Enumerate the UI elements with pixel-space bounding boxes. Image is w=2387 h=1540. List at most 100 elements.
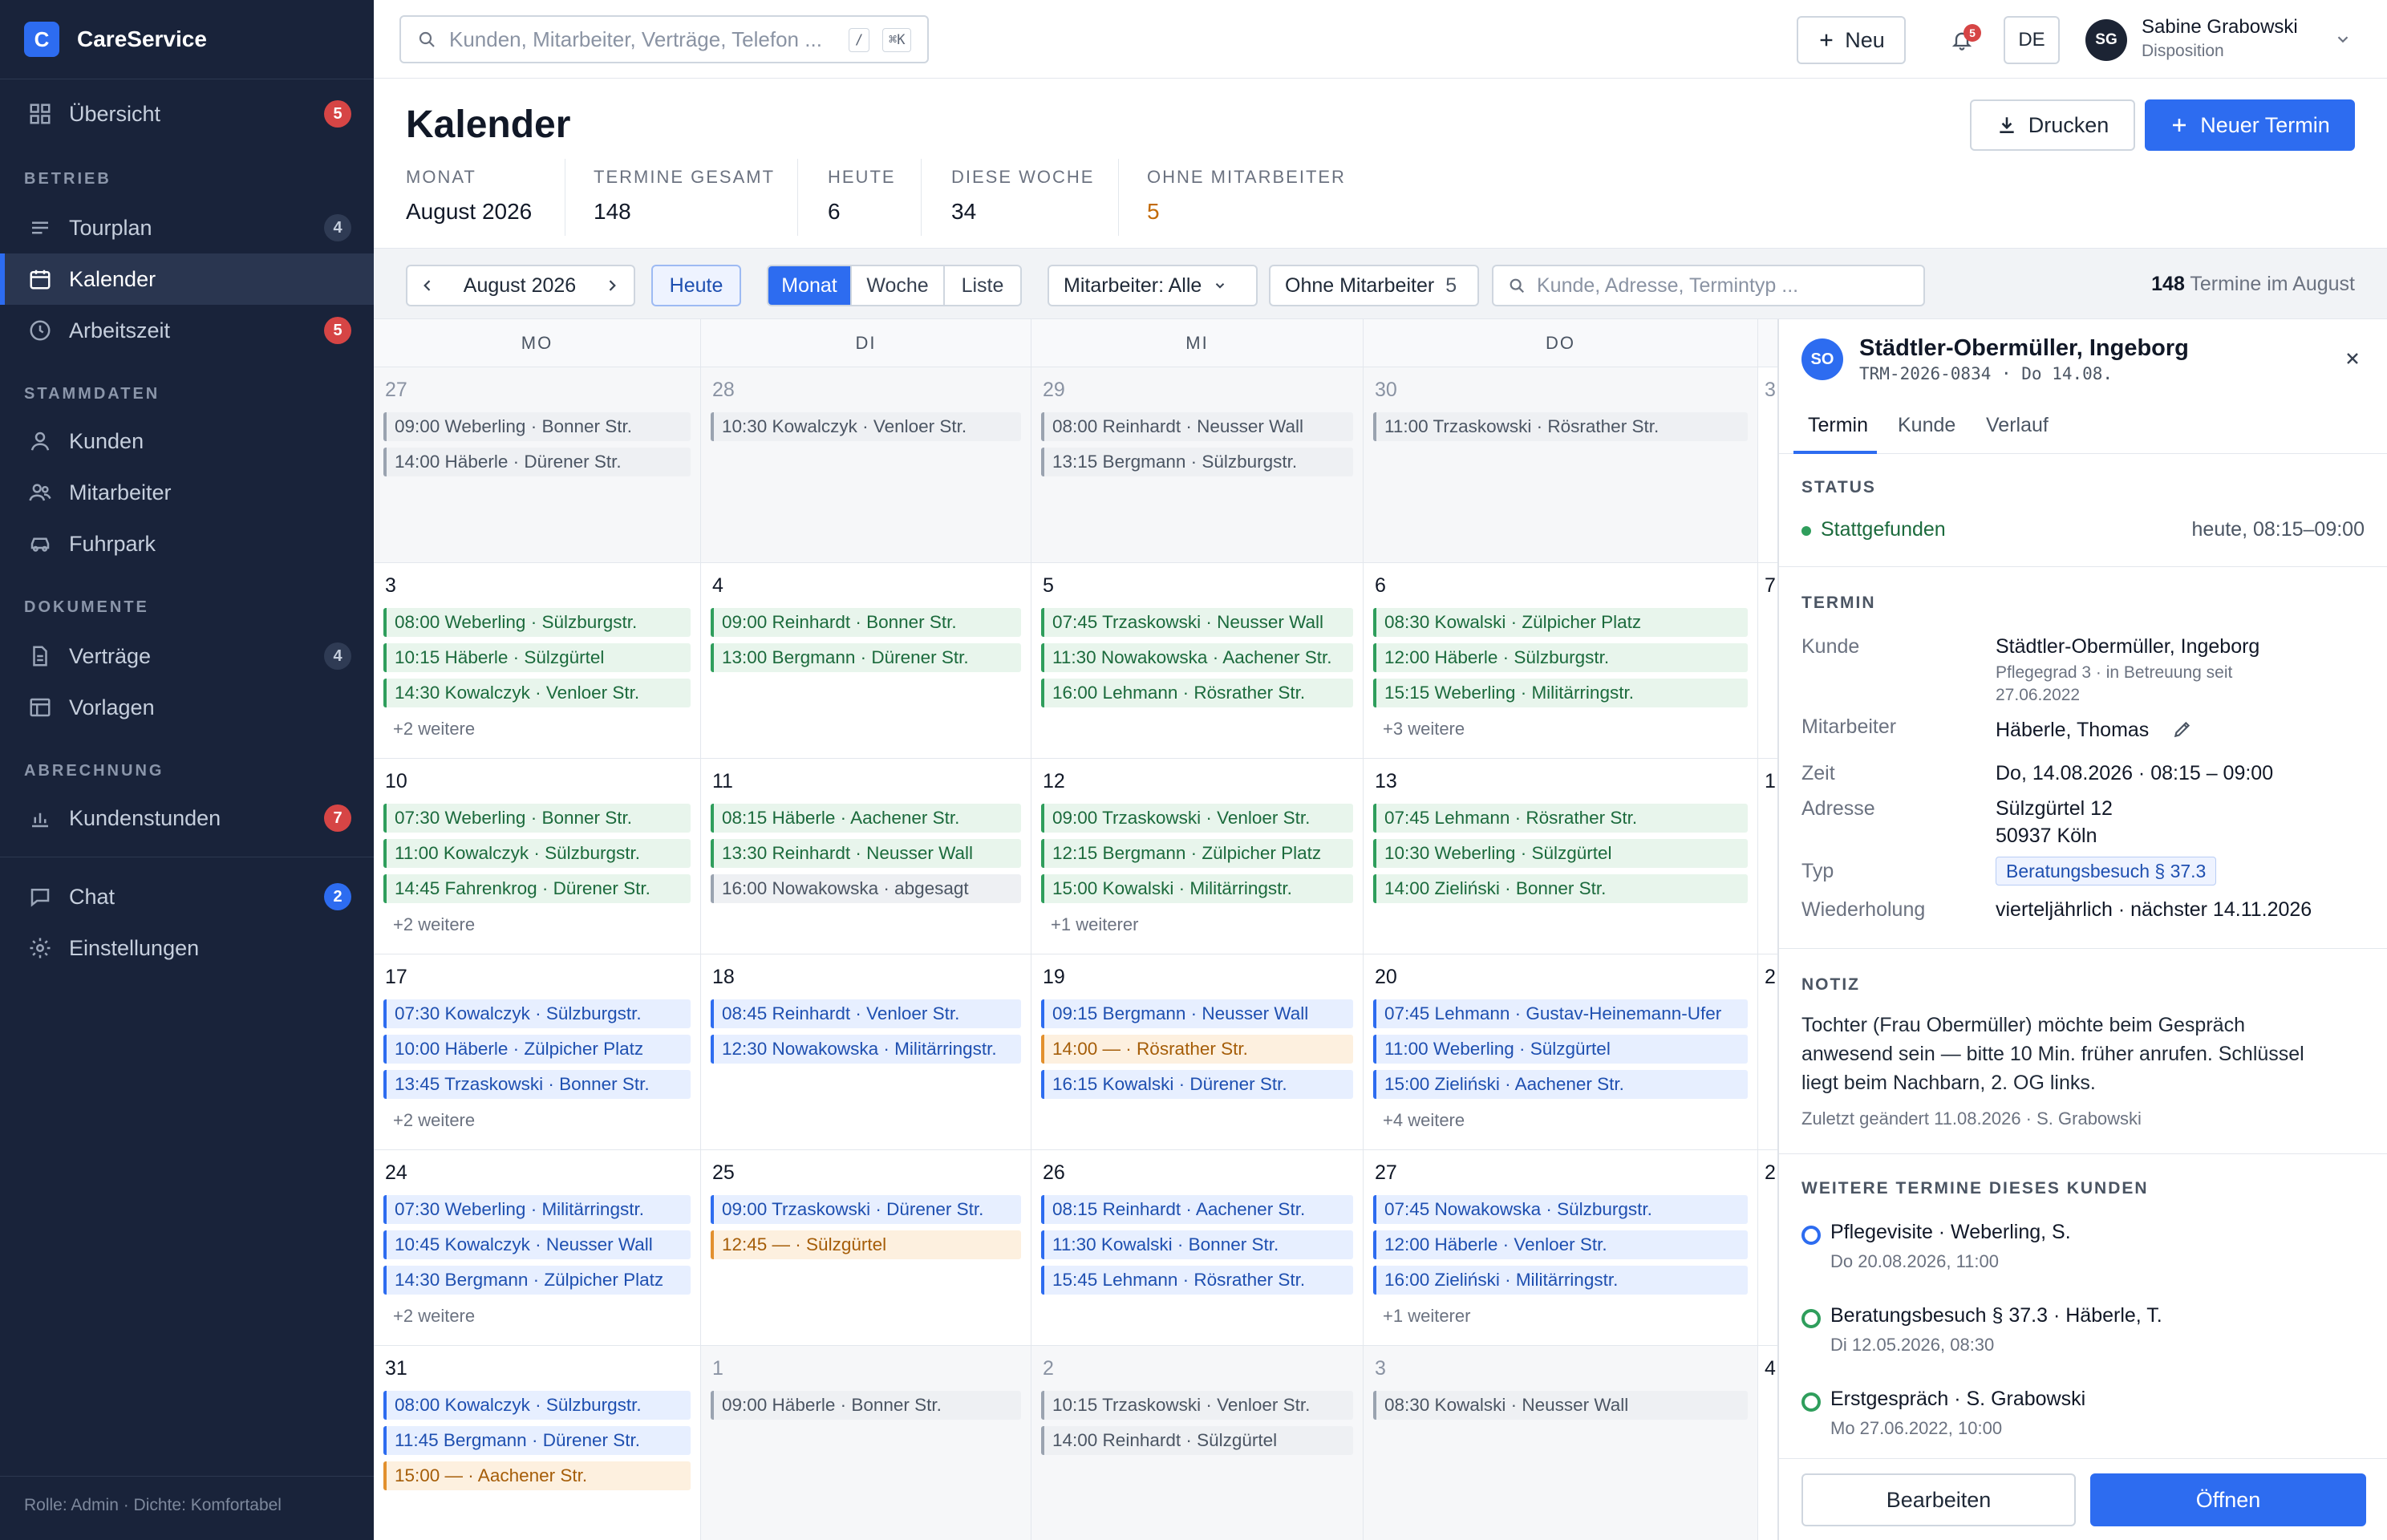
more-events-link[interactable]: +2 weitere [393,1306,475,1327]
day-cell[interactable]: 27 09:00 Weberling · Bonner Str. 14:00 Häb… [374,367,701,563]
calendar-event[interactable]: 15:45 Lehmann · Rösrather Str. [1041,1266,1353,1295]
calendar-event[interactable]: 14:00 — · Rösrather Str. [1041,1035,1353,1064]
sidebar-item-vertraege[interactable]: Verträge 4 [0,630,374,682]
day-cell[interactable]: 11 08:15 Häberle · Aachener Str. 13:30 Rei… [701,759,1031,954]
calendar-event[interactable]: 09:00 Weberling · Bonner Str. [383,412,691,441]
sidebar-item-arbeitszeit[interactable]: Arbeitszeit 5 [0,305,374,356]
today-button[interactable]: Heute [651,265,741,306]
day-cell[interactable]: 13 07:45 Lehmann · Rösrather Str. 10:30 We… [1364,759,1758,954]
calendar-event[interactable]: 08:00 Kowalczyk · Sülzburgstr. [383,1391,691,1420]
calendar-event[interactable]: 13:00 Bergmann · Dürener Str. [711,643,1021,672]
calendar-event[interactable]: 16:15 Kowalski · Dürener Str. [1041,1070,1353,1099]
sidebar-item-overview[interactable]: Übersicht 5 [0,88,374,140]
day-cell[interactable]: 31 08:00 Kowalczyk · Sülzburgstr. 11:45 Be… [374,1346,701,1540]
sidebar-item-fuhrpark[interactable]: Fuhrpark [0,518,374,569]
calendar-event[interactable]: 10:30 Kowalczyk · Venloer Str. [711,412,1021,441]
calendar-event[interactable]: 10:15 Trzaskowski · Venloer Str. [1041,1391,1353,1420]
more-events-link[interactable]: +2 weitere [393,914,475,935]
more-events-link[interactable]: +4 weitere [1383,1110,1465,1131]
sidebar-item-vorlagen[interactable]: Vorlagen [0,682,374,733]
view-list-button[interactable]: Liste [945,266,1020,305]
sidebar-item-kunden[interactable]: Kunden [0,415,374,467]
calendar-event[interactable]: 16:00 Lehmann · Rösrather Str. [1041,679,1353,707]
day-cell[interactable]: 6 08:30 Kowalski · Zülpicher Platz 12:00 H… [1364,563,1758,759]
day-cell[interactable]: 18 08:45 Reinhardt · Venloer Str. 12:30 No… [701,954,1031,1150]
calendar-event[interactable]: 15:15 Weberling · Militärringstr. [1373,679,1748,707]
calendar-event[interactable]: 13:45 Trzaskowski · Bonner Str. [383,1070,691,1099]
language-switch[interactable]: DE [2004,16,2060,64]
calendar-event[interactable]: 10:30 Weberling · Sülzgürtel [1373,839,1748,868]
day-cell[interactable]: 2 10:15 Trzaskowski · Venloer Str. 14:00 R… [1031,1346,1364,1540]
day-cell[interactable]: 28 10:30 Kowalczyk · Venloer Str. [701,367,1031,563]
calendar-event[interactable]: 13:15 Bergmann · Sülzburgstr. [1041,448,1353,476]
day-cell[interactable]: 29 08:00 Reinhardt · Neusser Wall 13:15 Be… [1031,367,1364,563]
new-button[interactable]: Neu [1797,16,1906,64]
calendar-event[interactable]: 07:30 Weberling · Bonner Str. [383,804,691,833]
calendar-event[interactable]: 09:00 Trzaskowski · Venloer Str. [1041,804,1353,833]
calendar-event[interactable]: 09:15 Bergmann · Neusser Wall [1041,999,1353,1028]
day-cell[interactable]: 12 09:00 Trzaskowski · Venloer Str. 12:15 … [1031,759,1364,954]
calendar-event[interactable]: 09:00 Reinhardt · Bonner Str. [711,608,1021,637]
calendar-event[interactable]: 16:00 Nowakowska · abgesagt [711,874,1021,903]
calendar-event[interactable]: 14:00 Zieliński · Bonner Str. [1373,874,1748,903]
day-cell[interactable]: 5 07:45 Trzaskowski · Neusser Wall 11:30 N… [1031,563,1364,759]
calendar-search-input[interactable]: Kunde, Adresse, Termintyp ... [1492,265,1925,306]
calendar-event[interactable]: 08:30 Kowalski · Zülpicher Platz [1373,608,1748,637]
day-cell[interactable]: 27 07:45 Nowakowska · Sülzburgstr. 12:00 H… [1364,1150,1758,1346]
tab-kunde[interactable]: Kunde [1898,414,1955,437]
day-cell[interactable]: 4 09:00 Reinhardt · Bonner Str. 13:00 Berg… [701,563,1031,759]
calendar-event[interactable]: 14:30 Kowalczyk · Venloer Str. [383,679,691,707]
day-cell[interactable]: 26 08:15 Reinhardt · Aachener Str. 11:30 K… [1031,1150,1364,1346]
calendar-event[interactable]: 12:15 Bergmann · Zülpicher Platz [1041,839,1353,868]
calendar-event[interactable]: 07:30 Kowalczyk · Sülzburgstr. [383,999,691,1028]
calendar-event[interactable]: 11:00 Trzaskowski · Rösrather Str. [1373,412,1748,441]
global-search-input[interactable]: Kunden, Mitarbeiter, Verträge, Telefon .… [399,15,929,63]
calendar-event[interactable]: 14:30 Bergmann · Zülpicher Platz [383,1266,691,1295]
calendar-event[interactable]: 08:45 Reinhardt · Venloer Str. [711,999,1021,1028]
calendar-event[interactable]: 11:00 Kowalczyk · Sülzburgstr. [383,839,691,868]
calendar-event[interactable]: 07:45 Lehmann · Gustav-Heinemann-Ufer [1373,999,1748,1028]
pencil-icon[interactable] [2172,719,2193,740]
calendar-event[interactable]: 09:00 Häberle · Bonner Str. [711,1391,1021,1420]
calendar-event[interactable]: 07:45 Lehmann · Rösrather Str. [1373,804,1748,833]
day-cell[interactable]: 19 09:15 Bergmann · Neusser Wall 14:00 — ·… [1031,954,1364,1150]
day-cell[interactable]: 10 07:30 Weberling · Bonner Str. 11:00 Kow… [374,759,701,954]
day-cell[interactable]: 17 07:30 Kowalczyk · Sülzburgstr. 10:00 Hä… [374,954,701,1150]
day-cell[interactable]: 1 09:00 Häberle · Bonner Str. [701,1346,1031,1540]
sidebar-item-mitarbeiter[interactable]: Mitarbeiter [0,467,374,518]
calendar-event[interactable]: 14:45 Fahrenkrog · Dürener Str. [383,874,691,903]
calendar-event[interactable]: 15:00 — · Aachener Str. [383,1461,691,1490]
day-cell[interactable]: 24 07:30 Weberling · Militärringstr. 10:45… [374,1150,701,1346]
calendar-event[interactable]: 16:00 Zieliński · Militärringstr. [1373,1266,1748,1295]
tab-termin[interactable]: Termin [1808,414,1868,437]
day-cell-partial[interactable]: 2 [1758,954,1777,1150]
calendar-event[interactable]: 14:00 Reinhardt · Sülzgürtel [1041,1426,1353,1455]
calendar-event[interactable]: 08:00 Reinhardt · Neusser Wall [1041,412,1353,441]
edit-button[interactable]: Bearbeiten [1801,1473,2076,1526]
day-cell-partial[interactable]: 2 [1758,1150,1777,1346]
day-cell-partial[interactable]: 4 [1758,1346,1777,1540]
calendar-event[interactable]: 11:45 Bergmann · Dürener Str. [383,1426,691,1455]
day-cell[interactable]: 3 08:30 Kowalski · Neusser Wall [1364,1346,1758,1540]
more-events-link[interactable]: +2 weitere [393,719,475,740]
sidebar-item-kundenstunden[interactable]: Kundenstunden 7 [0,792,374,844]
sidebar-item-chat[interactable]: Chat 2 [0,871,374,922]
calendar-event[interactable]: 10:45 Kowalczyk · Neusser Wall [383,1230,691,1259]
unassigned-filter-button[interactable]: Ohne Mitarbeiter 5 [1269,265,1479,306]
calendar-event[interactable]: 08:00 Weberling · Sülzburgstr. [383,608,691,637]
tab-verlauf[interactable]: Verlauf [1986,414,2049,437]
day-cell[interactable]: 20 07:45 Lehmann · Gustav-Heinemann-Ufer 1… [1364,954,1758,1150]
calendar-event[interactable]: 14:00 Häberle · Dürener Str. [383,448,691,476]
day-cell[interactable]: 3 08:00 Weberling · Sülzburgstr. 10:15 Häb… [374,563,701,759]
chevron-left-icon[interactable] [407,278,448,294]
user-menu[interactable]: SG Sabine Grabowski Disposition [2085,11,2366,67]
employee-filter-select[interactable]: Mitarbeiter: Alle [1048,265,1258,306]
notifications-button[interactable]: 5 [1946,22,1981,58]
calendar-event[interactable]: 08:30 Kowalski · Neusser Wall [1373,1391,1748,1420]
print-button[interactable]: Drucken [1970,99,2135,151]
day-cell[interactable]: 30 11:00 Trzaskowski · Rösrather Str. [1364,367,1758,563]
open-button[interactable]: Öffnen [2090,1473,2366,1526]
calendar-event[interactable]: 11:30 Nowakowska · Aachener Str. [1041,643,1353,672]
sidebar-item-kalender[interactable]: Kalender [0,253,374,305]
calendar-event[interactable]: 12:00 Häberle · Sülzburgstr. [1373,643,1748,672]
